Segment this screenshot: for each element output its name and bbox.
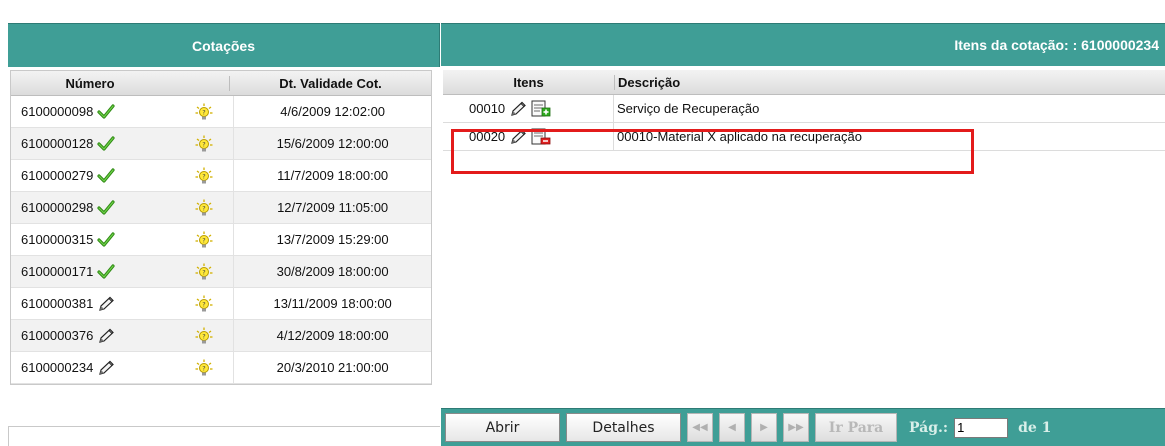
page-total-label: de 1 <box>1018 419 1052 436</box>
item-cell: 00010 <box>443 95 614 122</box>
lightbulb-icon[interactable]: ? <box>175 327 233 345</box>
lightbulb-icon[interactable]: ? <box>175 135 233 153</box>
svg-text:?: ? <box>202 140 205 148</box>
quote-validity-date: 13/11/2009 18:00:00 <box>233 288 431 319</box>
quotes-footer <box>8 426 440 446</box>
quote-row[interactable]: 6100000279? 11/7/2009 18:00:00 <box>11 160 431 192</box>
quote-row[interactable]: 6100000376? 4/12/2009 18:00:00 <box>11 320 431 352</box>
quote-number: 6100000171 <box>21 264 94 279</box>
checkmark-icon <box>97 199 115 216</box>
first-page-icon[interactable]: ◀◀ <box>687 413 713 442</box>
ir-para-button[interactable]: Ir Para <box>815 413 897 442</box>
lightbulb-icon[interactable]: ? <box>175 231 233 249</box>
quote-number: 6100000376 <box>21 328 94 343</box>
checkmark-icon <box>97 103 115 120</box>
quote-number: 6100000298 <box>21 200 94 215</box>
quote-validity-date: 4/6/2009 12:02:00 <box>233 96 431 127</box>
quote-validity-date: 20/3/2010 21:00:00 <box>233 352 431 383</box>
quote-number-cell: 6100000098 <box>11 103 175 120</box>
quote-number: 6100000234 <box>21 360 94 375</box>
quote-number-cell: 6100000128 <box>11 135 175 152</box>
checkmark-icon <box>97 231 115 248</box>
quotes-title: Cotações <box>8 23 440 67</box>
quote-number: 6100000315 <box>21 232 94 247</box>
items-panel: Itens da cotação: : 6100000234 Itens Des… <box>441 23 1165 446</box>
column-header-numero[interactable]: Número <box>11 76 169 91</box>
last-page-icon[interactable]: ▶▶ <box>783 413 809 442</box>
quote-number-cell: 6100000234 <box>11 360 175 376</box>
item-description: Serviço de Recuperação <box>617 101 760 116</box>
quote-number: 6100000279 <box>21 168 94 183</box>
checkmark-icon <box>97 167 115 184</box>
page-input[interactable] <box>954 417 1009 438</box>
lightbulb-icon[interactable]: ? <box>175 359 233 377</box>
quotes-rows: 6100000098? 4/6/2009 12:02:00 6100000128? 1… <box>11 96 431 384</box>
items-toolbar: Abrir Detalhes ◀◀ ◀ ▶ ▶▶ Ir Para Pág.: d… <box>441 408 1165 446</box>
quote-validity-date: 11/7/2009 18:00:00 <box>233 160 431 191</box>
edit-pencil-icon[interactable] <box>97 296 115 312</box>
prev-page-icon[interactable]: ◀ <box>719 413 745 442</box>
lightbulb-icon[interactable]: ? <box>175 103 233 121</box>
edit-pencil-icon[interactable] <box>509 101 527 117</box>
quote-number-cell: 6100000315 <box>11 231 175 248</box>
quote-number: 6100000381 <box>21 296 94 311</box>
quote-validity-date: 15/6/2009 12:00:00 <box>233 128 431 159</box>
item-number: 00010 <box>469 101 506 116</box>
svg-text:?: ? <box>202 172 205 180</box>
edit-pencil-icon[interactable] <box>97 360 115 376</box>
svg-text:?: ? <box>202 204 205 212</box>
highlight-box <box>451 129 974 174</box>
svg-text:?: ? <box>202 108 205 116</box>
quote-row[interactable]: 6100000315? 13/7/2009 15:29:00 <box>11 224 431 256</box>
quotes-table-header: Número Dt. Validade Cot. <box>11 71 431 96</box>
item-row[interactable]: 00010 Serviço de Recuperação <box>443 95 1165 123</box>
column-header-validade[interactable]: Dt. Validade Cot. <box>229 75 431 91</box>
checkmark-icon <box>97 135 115 152</box>
quotes-table: Número Dt. Validade Cot. 6100000098? 4/6/… <box>10 70 432 385</box>
quote-row[interactable]: 6100000298? 12/7/2009 11:05:00 <box>11 192 431 224</box>
lightbulb-icon[interactable]: ? <box>175 167 233 185</box>
quote-validity-date: 4/12/2009 18:00:00 <box>233 320 431 351</box>
items-table-header: Itens Descrição <box>443 70 1165 95</box>
quote-row[interactable]: 6100000171? 30/8/2009 18:00:00 <box>11 256 431 288</box>
quote-row[interactable]: 6100000128? 15/6/2009 12:00:00 <box>11 128 431 160</box>
checkmark-icon <box>97 263 115 280</box>
quote-row[interactable]: 6100000381? 13/11/2009 18:00:00 <box>11 288 431 320</box>
svg-text:?: ? <box>202 268 205 276</box>
quote-validity-date: 12/7/2009 11:05:00 <box>233 192 431 223</box>
quote-validity-date: 13/7/2009 15:29:00 <box>233 224 431 255</box>
lightbulb-icon[interactable]: ? <box>175 295 233 313</box>
page-label: Pág.: <box>909 419 949 436</box>
svg-text:?: ? <box>202 332 205 340</box>
items-title: Itens da cotação: : 6100000234 <box>441 23 1165 66</box>
quote-number-cell: 6100000381 <box>11 296 175 312</box>
detalhes-button[interactable]: Detalhes <box>566 413 681 442</box>
quote-number: 6100000098 <box>21 104 94 119</box>
quote-number-cell: 6100000298 <box>11 199 175 216</box>
quote-number-cell: 6100000279 <box>11 167 175 184</box>
add-icon[interactable] <box>531 100 551 118</box>
quote-row[interactable]: 6100000098? 4/6/2009 12:02:00 <box>11 96 431 128</box>
quote-number-cell: 6100000171 <box>11 263 175 280</box>
lightbulb-icon[interactable]: ? <box>175 263 233 281</box>
next-page-icon[interactable]: ▶ <box>751 413 777 442</box>
quotes-panel: Cotações Número Dt. Validade Cot. 610000… <box>8 23 440 446</box>
quote-number: 6100000128 <box>21 136 94 151</box>
quote-number-cell: 6100000376 <box>11 328 175 344</box>
column-header-descricao[interactable]: Descrição <box>615 75 680 90</box>
edit-pencil-icon[interactable] <box>97 328 115 344</box>
lightbulb-icon[interactable]: ? <box>175 199 233 217</box>
quote-validity-date: 30/8/2009 18:00:00 <box>233 256 431 287</box>
abrir-button[interactable]: Abrir <box>445 413 560 442</box>
quote-row[interactable]: 6100000234? 20/3/2010 21:00:00 <box>11 352 431 384</box>
svg-text:?: ? <box>202 364 205 372</box>
svg-text:?: ? <box>202 236 205 244</box>
column-header-itens[interactable]: Itens <box>443 74 615 90</box>
svg-text:?: ? <box>202 300 205 308</box>
